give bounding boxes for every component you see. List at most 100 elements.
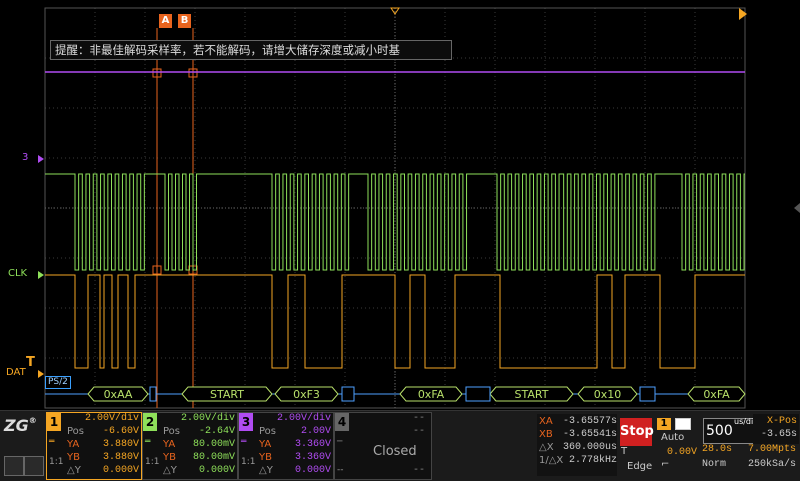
clk-label: CLK — [8, 268, 28, 279]
ch1-dy: 0.000V — [102, 465, 139, 476]
trigger-menu-icon — [675, 418, 691, 430]
ch4-probe: -- — [337, 465, 344, 475]
ch2-scale: 2.00V/div — [180, 413, 235, 424]
trigger-type-label: T — [621, 446, 628, 457]
sample-rate: 250kSa/s — [747, 459, 796, 470]
ch2-yb-label: YB — [163, 452, 176, 463]
decode-gap-marker — [465, 386, 491, 402]
decode-gap-marker — [149, 386, 157, 402]
decode-packet-label: 0xFA — [703, 388, 730, 401]
decode-packet-label: 0x10 — [594, 388, 622, 401]
zlg-logo-icon: ZG® — [4, 416, 37, 435]
protocol-tag[interactable]: PS/2 — [45, 376, 71, 389]
decode-packet-label: START — [210, 388, 244, 401]
decode-packet-label: 0xFA — [418, 388, 445, 401]
ch3-scale: 2.00V/div — [276, 413, 331, 424]
ch1-pos: -6.60V — [102, 426, 139, 437]
ch1-yb: 3.880V — [102, 452, 139, 463]
timebase-value: 500 — [706, 423, 733, 439]
ch3-ya-label: YA — [259, 439, 272, 450]
cursor-measurement[interactable]: XA -3.65577s XB -3.65541s △X 360.000us 1… — [537, 414, 617, 476]
timebase-unit: us/div — [734, 417, 758, 426]
trigger-edge: Edge — [627, 461, 653, 472]
waveform-display[interactable]: 0xAA START 0xF3 0xFA START 0x10 0xFA — [0, 0, 800, 410]
ch2-ya-label: YA — [163, 439, 176, 450]
ch1-ya: 3.880V — [102, 439, 139, 450]
ch2-probe: 1:1 — [145, 457, 160, 467]
ch3-coupling-icon: ═ — [241, 437, 247, 447]
ch2-dy-label: △Y — [163, 465, 177, 476]
expand-panel-arrow — [794, 203, 800, 213]
ch4-number: 4 — [335, 413, 349, 431]
ch1-ya-label: YA — [67, 439, 80, 450]
zoom-icon[interactable] — [4, 456, 24, 476]
ch2-offset-marker — [38, 271, 44, 279]
ch1-probe: 1:1 — [49, 457, 64, 467]
decode-packet-label: 0xF3 — [293, 388, 320, 401]
ch3-probe: 1:1 — [241, 457, 256, 467]
cursor-b-tag[interactable]: B — [178, 14, 191, 28]
dat-label: DAT — [6, 367, 26, 378]
ch1-yb-label: YB — [67, 452, 80, 463]
decode-hint-banner: 提醒：非最佳解码采样率，若不能解码，请增大储存深度或减小时基 — [50, 40, 452, 60]
trigger-t-icon: T — [26, 355, 35, 370]
ch3-ya: 3.360V — [294, 439, 331, 450]
ch1-pos-label: Pos — [67, 426, 85, 437]
ch2-yb: 80.00mV — [192, 452, 235, 463]
dx-value: 360.000us — [562, 442, 617, 453]
ch1-number: 1 — [47, 413, 61, 431]
ch2-ya: 80.00mV — [192, 439, 235, 450]
dx-label: △X — [539, 442, 554, 453]
xa-label: XA — [539, 416, 553, 427]
ch3-label: 3 — [22, 152, 29, 163]
ch3-pos: 2.00V — [300, 426, 331, 437]
acquire-mode: Norm — [702, 459, 727, 470]
decode-packet-label: 0xAA — [104, 388, 133, 401]
decode-gap-marker — [341, 386, 355, 402]
ch3-number: 3 — [239, 413, 253, 431]
timebase-control[interactable]: 500 us/div — [703, 417, 758, 444]
xpos-panel[interactable]: X-Pos -3.65s — [753, 414, 799, 444]
ch2-pos: -2.64V — [198, 426, 235, 437]
ch3-pos-label: Pos — [259, 426, 277, 437]
run-stop-button[interactable]: Stop — [620, 418, 654, 446]
ch4-dy: -- — [412, 465, 425, 476]
ch2-number: 2 — [143, 413, 157, 431]
ch2-dy: 0.000V — [198, 465, 235, 476]
ch3-yb-label: YB — [259, 452, 272, 463]
ch3-panel[interactable]: 3 2.00V/div Pos 2.00V ═ YA 3.360V 1:1 YB… — [238, 412, 334, 480]
ch4-coupling-icon: ─ — [337, 437, 343, 447]
freq-value: 2.778kHz — [568, 455, 617, 466]
freq-label: 1/△X — [539, 455, 564, 466]
ch1-dat-trace — [45, 274, 745, 369]
ch2-coupling-icon: ═ — [145, 437, 151, 447]
ch4-panel[interactable]: 4 -- -- ─ Closed -- -- — [334, 412, 432, 480]
decode-gap-marker — [639, 386, 656, 402]
trigger-source: 1 — [657, 418, 671, 430]
oscilloscope-screen: 0xAA START 0xF3 0xFA START 0x10 0xFA 提醒：非最佳解码采… — [0, 0, 800, 481]
decode-packet-label: START — [515, 388, 549, 401]
xb-value: -3.65541s — [562, 429, 617, 440]
rising-edge-icon: ⌐ — [661, 459, 670, 470]
ch4-scale: -- — [412, 413, 425, 424]
ch3-yb: 3.360V — [294, 452, 331, 463]
ch4-pos: -- — [412, 426, 425, 437]
ch1-coupling-icon: ═ — [49, 437, 55, 447]
ch3-offset-marker — [38, 155, 44, 163]
ch1-offset-marker — [38, 370, 44, 378]
memory-depth: 7.00Mpts — [747, 444, 796, 455]
trigger-level: 0.00V — [666, 447, 697, 458]
ch2-panel[interactable]: 2 2.00V/div Pos -2.64V ═ YA 80.00mV 1:1 … — [142, 412, 238, 480]
ch4-status: Closed — [373, 444, 417, 459]
xpos-value: -3.65s — [760, 429, 797, 440]
xpos-label: X-Pos — [766, 416, 797, 427]
cursor-a-tag[interactable]: A — [159, 14, 172, 28]
screenshot-icon[interactable] — [24, 456, 44, 476]
ch1-dy-label: △Y — [67, 465, 81, 476]
trigger-panel[interactable]: 1 Auto T 0.00V Edge ⌐ — [621, 414, 699, 476]
ch3-dy: 0.000V — [294, 465, 331, 476]
ch1-panel[interactable]: 1 2.00V/div Pos -6.60V ═ YA 3.880V 1:1 Y… — [46, 412, 142, 480]
trigger-mode: Auto — [661, 432, 685, 443]
xb-label: XB — [539, 429, 553, 440]
xa-value: -3.65577s — [562, 416, 617, 427]
